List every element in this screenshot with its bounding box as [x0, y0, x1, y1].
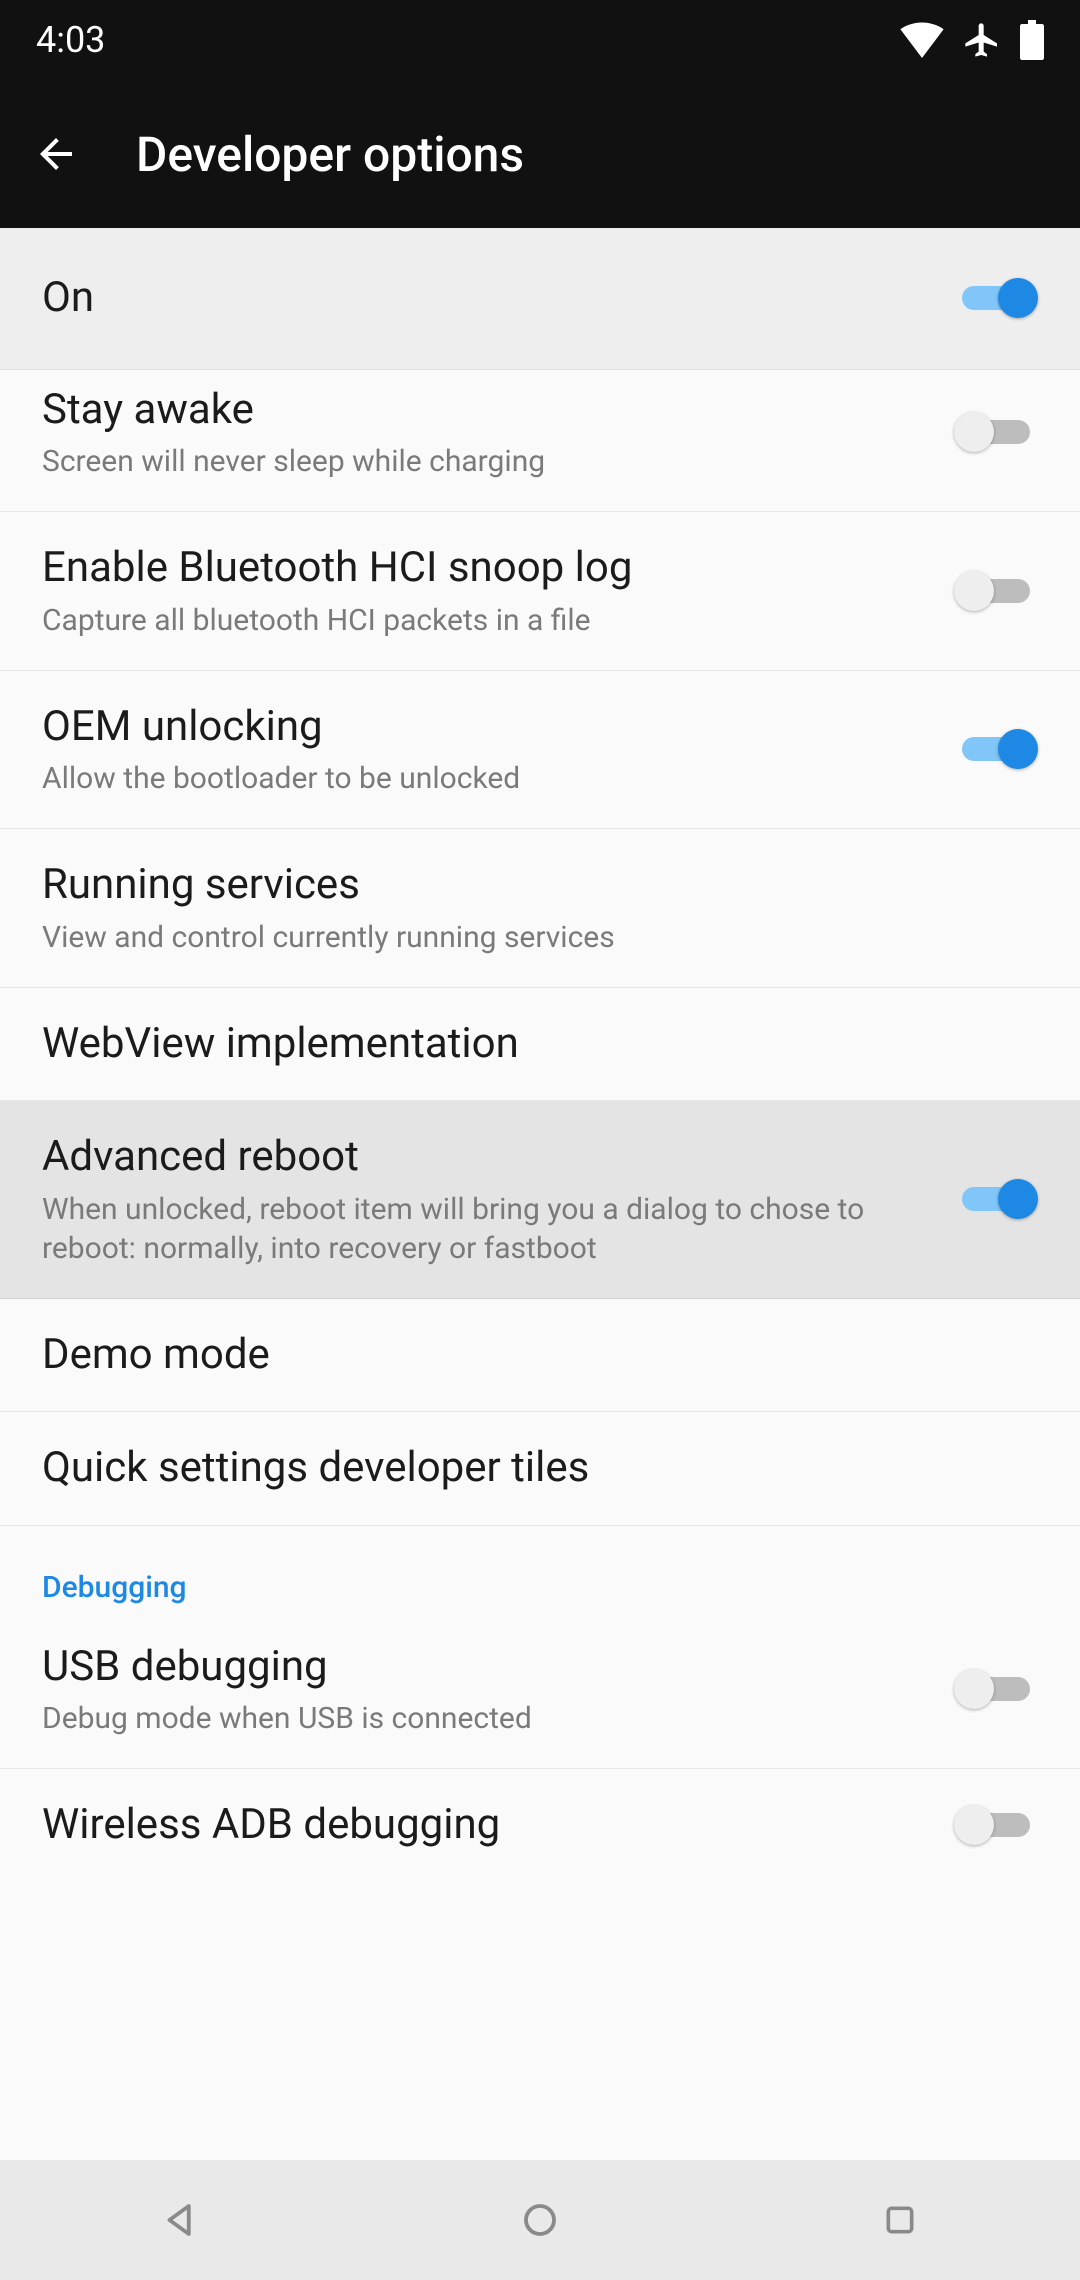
section-header-debugging: Debugging: [0, 1526, 1080, 1611]
setting-subtitle: When unlocked, reboot item will bring yo…: [42, 1190, 930, 1268]
page-title: Developer options: [136, 126, 524, 183]
status-icons: [900, 20, 1044, 60]
setting-title: Stay awake: [42, 384, 930, 437]
master-toggle-label: On: [42, 272, 930, 325]
setting-title: Enable Bluetooth HCI snoop log: [42, 542, 930, 595]
setting-bt-hci-snoop[interactable]: Enable Bluetooth HCI snoop log Capture a…: [0, 512, 1080, 671]
nav-home-icon: [519, 2199, 561, 2241]
settings-list[interactable]: On Stay awake Screen will never sleep wh…: [0, 228, 1080, 2160]
nav-recents-icon: [880, 2200, 920, 2240]
setting-wireless-adb[interactable]: Wireless ADB debugging: [0, 1769, 1080, 1882]
arrow-back-icon: [32, 130, 80, 178]
setting-advanced-reboot[interactable]: Advanced reboot When unlocked, reboot it…: [0, 1101, 1080, 1299]
setting-title: OEM unlocking: [42, 701, 930, 754]
toggle-oem-unlocking[interactable]: [954, 725, 1038, 773]
setting-title: Wireless ADB debugging: [42, 1799, 930, 1852]
setting-demo-mode[interactable]: Demo mode: [0, 1299, 1080, 1413]
setting-subtitle: Debug mode when USB is connected: [42, 1699, 930, 1738]
master-toggle-row[interactable]: On: [0, 228, 1080, 370]
setting-title: Running services: [42, 859, 1014, 912]
setting-webview-impl[interactable]: WebView implementation: [0, 988, 1080, 1102]
setting-title: WebView implementation: [42, 1018, 1014, 1071]
nav-back-button[interactable]: [150, 2190, 210, 2250]
setting-subtitle: Screen will never sleep while charging: [42, 442, 930, 481]
status-bar: 4:03: [0, 0, 1080, 80]
toggle-wireless-adb[interactable]: [954, 1801, 1038, 1849]
setting-subtitle: View and control currently running servi…: [42, 918, 1014, 957]
setting-stay-awake[interactable]: Stay awake Screen will never sleep while…: [0, 370, 1080, 513]
setting-title: USB debugging: [42, 1641, 930, 1694]
setting-qs-dev-tiles[interactable]: Quick settings developer tiles: [0, 1412, 1080, 1526]
toggle-advanced-reboot[interactable]: [954, 1175, 1038, 1223]
app-bar: Developer options: [0, 80, 1080, 228]
nav-home-button[interactable]: [510, 2190, 570, 2250]
setting-title: Demo mode: [42, 1329, 1014, 1382]
back-button[interactable]: [28, 126, 84, 182]
toggle-usb-debugging[interactable]: [954, 1665, 1038, 1713]
status-time: 4:03: [36, 19, 105, 61]
setting-subtitle: Capture all bluetooth HCI packets in a f…: [42, 601, 930, 640]
wifi-icon: [900, 22, 944, 58]
nav-back-icon: [159, 2199, 201, 2241]
nav-bar: [0, 2160, 1080, 2280]
setting-usb-debugging[interactable]: USB debugging Debug mode when USB is con…: [0, 1611, 1080, 1770]
battery-icon: [1020, 20, 1044, 60]
toggle-bt-hci-snoop[interactable]: [954, 567, 1038, 615]
master-toggle[interactable]: [954, 274, 1038, 322]
setting-subtitle: Allow the bootloader to be unlocked: [42, 759, 930, 798]
setting-title: Quick settings developer tiles: [42, 1442, 1014, 1495]
nav-recents-button[interactable]: [870, 2190, 930, 2250]
setting-oem-unlocking[interactable]: OEM unlocking Allow the bootloader to be…: [0, 671, 1080, 830]
setting-running-services[interactable]: Running services View and control curren…: [0, 829, 1080, 988]
setting-title: Advanced reboot: [42, 1131, 930, 1184]
toggle-stay-awake[interactable]: [954, 408, 1038, 456]
airplane-icon: [962, 20, 1002, 60]
